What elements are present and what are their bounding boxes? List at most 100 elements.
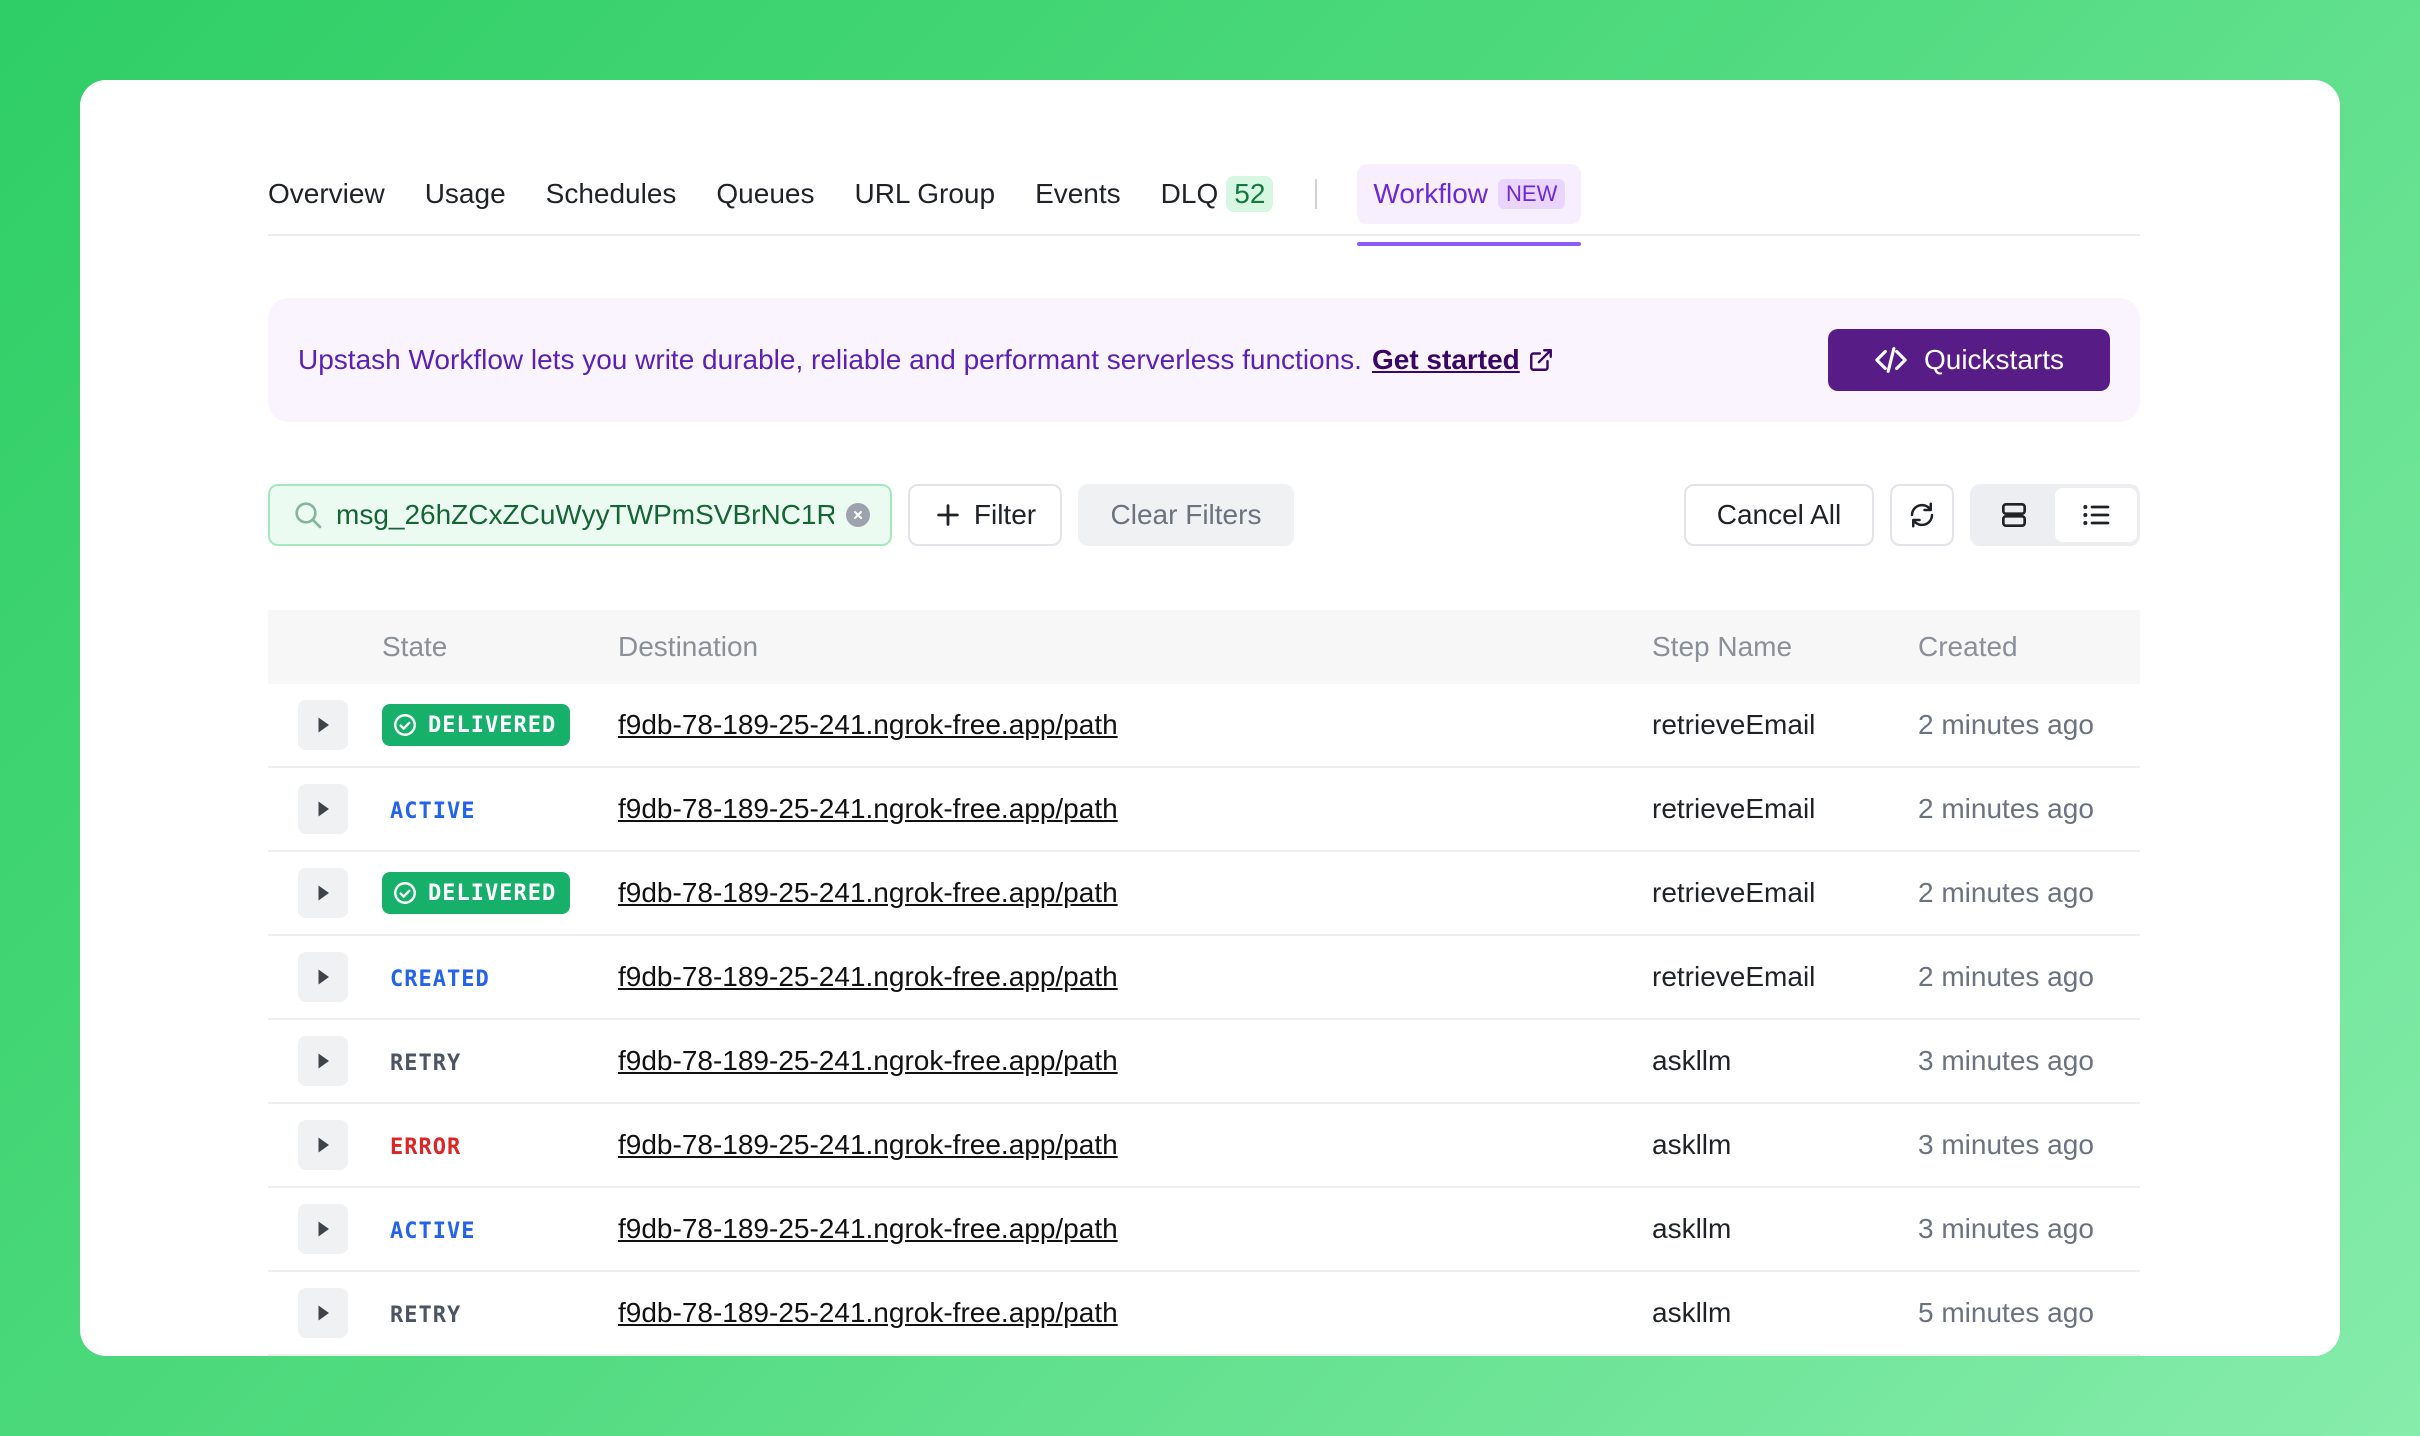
tab-workflow[interactable]: Workflow NEW (1357, 164, 1582, 246)
banner-message: Upstash Workflow lets you write durable,… (298, 344, 1554, 376)
table-row[interactable]: RETRY f9db-78-189-25-241.ngrok-free.app/… (268, 1272, 2140, 1356)
status-text: DELIVERED (428, 880, 557, 906)
created-cell: 2 minutes ago (1918, 961, 2094, 992)
get-started-link[interactable]: Get started (1372, 344, 1520, 376)
created-cell: 2 minutes ago (1918, 709, 2094, 740)
messages-table: State Destination Step Name Created DELI… (268, 610, 2140, 1356)
quickstarts-button[interactable]: Quickstarts (1828, 329, 2110, 391)
state-cell: ACTIVE (382, 1213, 618, 1245)
step-name-cell: askllm (1652, 1129, 1732, 1160)
destination-cell: f9db-78-189-25-241.ngrok-free.app/path (618, 1129, 1652, 1161)
caret-right-icon (318, 969, 329, 985)
expand-row-button[interactable] (298, 1288, 348, 1338)
destination-cell: f9db-78-189-25-241.ngrok-free.app/path (618, 709, 1652, 741)
step-name-cell: retrieveEmail (1652, 877, 1816, 908)
clear-filters-button[interactable]: Clear Filters (1078, 484, 1294, 546)
toolbar: Filter Clear Filters Cancel All (268, 484, 2140, 546)
table-row[interactable]: CREATED f9db-78-189-25-241.ngrok-free.ap… (268, 936, 2140, 1020)
status-text: DELIVERED (428, 712, 557, 738)
card-view-button[interactable] (1973, 488, 2055, 542)
expand-row-button[interactable] (298, 700, 348, 750)
tab-events[interactable]: Events (1035, 164, 1121, 224)
created-cell: 3 minutes ago (1918, 1045, 2094, 1076)
view-toggle (1970, 484, 2140, 546)
expand-row-button[interactable] (298, 1036, 348, 1086)
step-name-cell: askllm (1652, 1297, 1732, 1328)
state-cell: ACTIVE (382, 793, 618, 825)
plus-icon (937, 504, 959, 526)
tab-dlq[interactable]: DLQ 52 (1161, 164, 1274, 224)
nav-tabs: Overview Usage Schedules Queues URL Grou… (268, 154, 2140, 246)
refresh-button[interactable] (1890, 484, 1954, 546)
expand-cell (268, 1036, 382, 1086)
quickstarts-label: Quickstarts (1923, 344, 2065, 375)
destination-link[interactable]: f9db-78-189-25-241.ngrok-free.app/path (618, 1045, 1118, 1076)
created-cell: 5 minutes ago (1918, 1297, 2094, 1328)
destination-link[interactable]: f9db-78-189-25-241.ngrok-free.app/path (618, 961, 1118, 992)
expand-row-button[interactable] (298, 1204, 348, 1254)
table-row[interactable]: ACTIVE f9db-78-189-25-241.ngrok-free.app… (268, 1188, 2140, 1272)
status-badge: DELIVERED (382, 872, 571, 914)
state-cell: RETRY (382, 1297, 618, 1329)
tab-url-group[interactable]: URL Group (854, 164, 995, 224)
tab-label: URL Group (854, 178, 996, 209)
external-link-icon (1529, 349, 1552, 371)
search-box (268, 484, 892, 546)
tab-label: Overview (268, 178, 385, 209)
destination-cell: f9db-78-189-25-241.ngrok-free.app/path (618, 961, 1652, 993)
list-view-button[interactable] (2055, 488, 2137, 542)
state-cell: CREATED (382, 961, 618, 993)
cancel-all-label: Cancel All (1716, 499, 1842, 530)
search-input[interactable] (336, 499, 834, 531)
check-circle-icon (394, 714, 416, 736)
caret-right-icon (318, 1053, 329, 1069)
tab-schedules[interactable]: Schedules (546, 164, 677, 224)
step-name-cell: retrieveEmail (1652, 961, 1816, 992)
expand-row-button[interactable] (298, 1120, 348, 1170)
destination-cell: f9db-78-189-25-241.ngrok-free.app/path (618, 1045, 1652, 1077)
table-row[interactable]: ACTIVE f9db-78-189-25-241.ngrok-free.app… (268, 768, 2140, 852)
destination-link[interactable]: f9db-78-189-25-241.ngrok-free.app/path (618, 709, 1118, 740)
clear-search-icon[interactable] (846, 503, 870, 527)
expand-row-button[interactable] (298, 952, 348, 1002)
destination-link[interactable]: f9db-78-189-25-241.ngrok-free.app/path (618, 877, 1118, 908)
tab-label: Events (1035, 178, 1121, 209)
caret-right-icon (318, 1305, 329, 1321)
destination-link[interactable]: f9db-78-189-25-241.ngrok-free.app/path (618, 1129, 1118, 1160)
destination-header: Destination (618, 631, 759, 662)
tab-label: Schedules (545, 178, 677, 209)
table-body: DELIVERED f9db-78-189-25-241.ngrok-free.… (268, 684, 2140, 1356)
step-name-cell: retrieveEmail (1652, 709, 1816, 740)
filter-button[interactable]: Filter (908, 484, 1062, 546)
tab-overview[interactable]: Overview (268, 164, 385, 224)
table-row[interactable]: ERROR f9db-78-189-25-241.ngrok-free.app/… (268, 1104, 2140, 1188)
status-badge: RETRY (390, 1303, 462, 1328)
tab-usage[interactable]: Usage (425, 164, 506, 224)
tab-queues[interactable]: Queues (716, 164, 814, 224)
table-row[interactable]: DELIVERED f9db-78-189-25-241.ngrok-free.… (268, 852, 2140, 936)
state-cell: DELIVERED (382, 872, 618, 914)
table-row[interactable]: DELIVERED f9db-78-189-25-241.ngrok-free.… (268, 684, 2140, 768)
cancel-all-button[interactable]: Cancel All (1684, 484, 1874, 546)
caret-right-icon (318, 1137, 329, 1153)
destination-link[interactable]: f9db-78-189-25-241.ngrok-free.app/path (618, 1213, 1118, 1244)
step-name-cell: retrieveEmail (1652, 793, 1816, 824)
expand-row-button[interactable] (298, 868, 348, 918)
expand-cell (268, 868, 382, 918)
clear-filters-label: Clear Filters (1110, 499, 1262, 530)
step-name-cell: askllm (1652, 1045, 1732, 1076)
expand-cell (268, 952, 382, 1002)
status-badge: DELIVERED (382, 704, 571, 746)
expand-row-button[interactable] (298, 784, 348, 834)
status-badge: ACTIVE (390, 799, 476, 824)
banner-text: Upstash Workflow lets you write durable,… (298, 344, 1362, 375)
destination-link[interactable]: f9db-78-189-25-241.ngrok-free.app/path (618, 1297, 1118, 1328)
workflow-banner: Upstash Workflow lets you write durable,… (268, 298, 2140, 422)
step-name-cell: askllm (1652, 1213, 1732, 1244)
table-row[interactable]: RETRY f9db-78-189-25-241.ngrok-free.app/… (268, 1020, 2140, 1104)
step-name-header: Step Name (1652, 631, 1793, 662)
created-cell: 2 minutes ago (1918, 793, 2094, 824)
expand-cell (268, 700, 382, 750)
tab-label: Usage (424, 178, 506, 209)
destination-link[interactable]: f9db-78-189-25-241.ngrok-free.app/path (618, 793, 1118, 824)
